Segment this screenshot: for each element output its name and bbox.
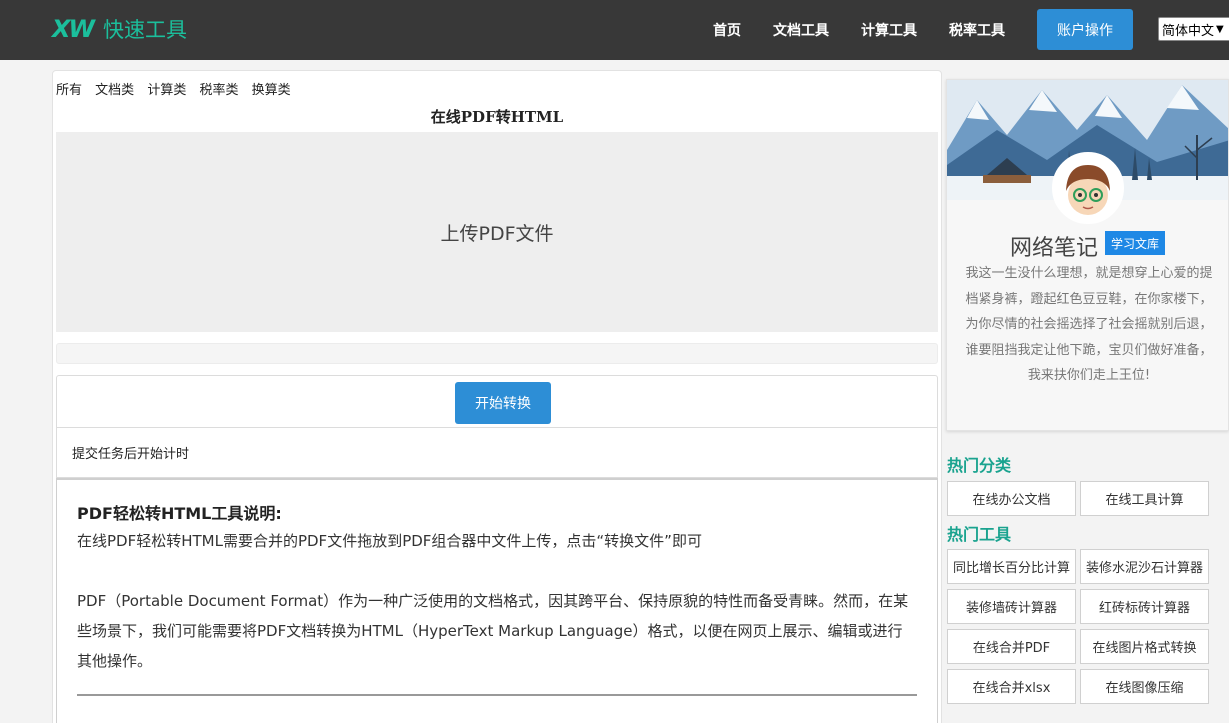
profile-card: 网络笔记 学习文库 我这一生没什么理想，就是想穿上心爱的提档紧身裤，蹬起红色豆豆… [946,79,1229,431]
page-title: 在线PDF转HTML [430,108,564,126]
category-tax[interactable]: 税率类 [199,83,238,98]
category-all[interactable]: 所有 [56,83,82,98]
profile-bio: 我这一生没什么理想，就是想穿上心爱的提档紧身裤，蹬起红色豆豆鞋，在你家楼下，为你… [965,266,1213,383]
category-calc[interactable]: 计算类 [147,83,186,98]
action-area: 开始转换 [56,375,938,428]
progress-bar [56,343,938,364]
hot-categories-heading: 热门分类 [947,456,1012,475]
hot-tool-image-convert[interactable]: 在线图片格式转换 [1080,629,1209,664]
top-header: XW 快速工具 首页 文档工具 计算工具 税率工具 账户操作 简体中文 ▼ [0,0,1229,60]
hot-tool-red-brick[interactable]: 红砖标砖计算器 [1080,589,1209,624]
hot-tool-yoy-growth[interactable]: 同比增长百分比计算 [947,549,1076,584]
nav-document-tools[interactable]: 文档工具 [773,20,829,40]
logo-icon: XW [52,15,95,43]
description-paragraph: PDF（Portable Document Format）作为一种广泛使用的文档… [77,592,909,670]
start-convert-button[interactable]: 开始转换 [455,382,551,424]
avatar [1052,152,1124,224]
chevron-down-icon: ▼ [1216,23,1224,35]
language-value: 简体中文 [1162,23,1215,39]
hot-category-office-docs[interactable]: 在线办公文档 [947,481,1076,516]
timer-text: 提交任务后开始计时 [72,447,190,462]
tool-description: PDF轻松转HTML工具说明: 在线PDF轻松转HTML需要合并的PDF文件拖放… [56,478,938,723]
site-logo[interactable]: XW 快速工具 [52,13,187,45]
profile-badge[interactable]: 学习文库 [1105,231,1165,255]
hot-tool-merge-xlsx[interactable]: 在线合并xlsx [947,669,1076,704]
description-title: PDF轻松转HTML工具说明: [77,504,282,523]
category-filter: 所有 文档类 计算类 税率类 换算类 [56,79,300,98]
nav-tax-tools[interactable]: 税率工具 [949,20,1005,40]
category-convert[interactable]: 换算类 [252,83,291,98]
account-button[interactable]: 账户操作 [1037,9,1133,50]
language-select[interactable]: 简体中文 ▼ [1158,17,1229,41]
nav-home[interactable]: 首页 [713,20,741,40]
upload-dropzone[interactable]: 上传PDF文件 [56,132,938,332]
timer-status: 提交任务后开始计时 [56,428,938,478]
hot-tool-wall-tile[interactable]: 装修墙砖计算器 [947,589,1076,624]
tool-panel: 所有 文档类 计算类 税率类 换算类 在线PDF转HTML 上传PDF文件 开始… [52,70,942,723]
divider [77,694,917,696]
category-document[interactable]: 文档类 [95,83,134,98]
nav-calc-tools[interactable]: 计算工具 [861,20,917,40]
hot-category-calc-tools[interactable]: 在线工具计算 [1080,481,1209,516]
upload-label: 上传PDF文件 [440,222,554,245]
hot-tool-cement-sand[interactable]: 装修水泥沙石计算器 [1080,549,1209,584]
logo-text: 快速工具 [102,18,187,42]
profile-name: 网络笔记 [1010,236,1099,261]
hot-tools-heading: 热门工具 [947,525,1012,544]
avatar-image [1055,155,1121,221]
hot-tool-merge-pdf[interactable]: 在线合并PDF [947,629,1076,664]
hot-tool-image-compress[interactable]: 在线图像压缩 [1080,669,1209,704]
description-line: 在线PDF轻松转HTML需要合并的PDF文件拖放到PDF组合器中文件上传，点击“… [77,532,702,550]
